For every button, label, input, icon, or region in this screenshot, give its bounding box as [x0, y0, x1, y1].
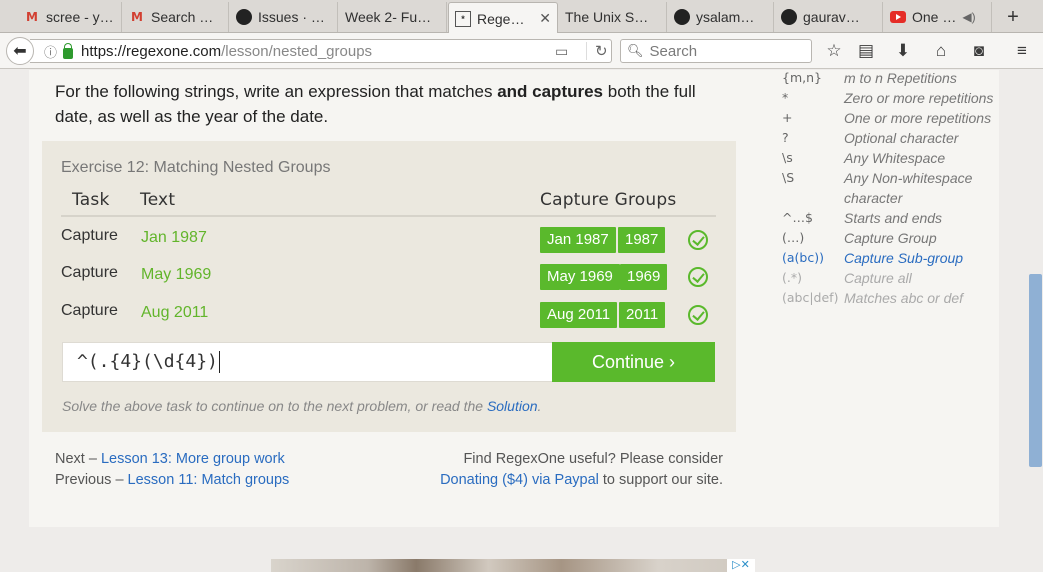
github-icon	[236, 9, 252, 25]
lesson-intro: For the following strings, write an expr…	[55, 82, 696, 126]
lesson-navigation: Next – Lesson 13: More group work Previo…	[55, 451, 290, 488]
tab-label: scree - y…	[46, 9, 114, 25]
tab-label: Search …	[151, 9, 214, 25]
download-icon[interactable]: ⬇	[893, 41, 913, 61]
tab-week2[interactable]: Week 2- Fu…	[339, 2, 447, 32]
tab-gmail-1[interactable]: M scree - y…	[18, 2, 122, 32]
row-text: Aug 2011	[141, 304, 209, 321]
tab-github-gaurav[interactable]: gaurav…	[775, 2, 883, 32]
tab-unix[interactable]: The Unix S…	[559, 2, 667, 32]
donate-link[interactable]: Donating ($4) via Paypal	[440, 472, 599, 488]
lock-icon	[63, 42, 74, 59]
tab-label: The Unix S…	[565, 9, 649, 25]
header-text: Text	[140, 190, 176, 210]
gmail-icon: M	[26, 10, 38, 24]
previous-lesson-link[interactable]: Lesson 11: Match groups	[128, 472, 290, 488]
url-text[interactable]: https://regexone.com/lesson/nested_group…	[81, 43, 372, 60]
bookmark-star-icon[interactable]: ☆	[824, 41, 844, 61]
reading-list-icon[interactable]: ▤	[856, 41, 876, 61]
back-arrow-icon: ⬅	[13, 43, 27, 60]
text-cursor	[218, 351, 220, 373]
row-task-label: Capture	[61, 264, 118, 281]
capture-group-badge: 1987	[618, 227, 666, 253]
tab-label: Week 2- Fu…	[345, 9, 432, 25]
hint-text: Solve the above task to continue on to t…	[62, 398, 542, 414]
youtube-icon	[890, 9, 906, 25]
regex-input[interactable]: ^(.{4}(\d{4})	[62, 342, 553, 382]
tab-label: gaurav…	[803, 9, 860, 25]
tab-github-issues[interactable]: Issues · …	[230, 2, 338, 32]
header-task: Task	[72, 190, 110, 210]
tab-gmail-2[interactable]: M Search …	[123, 2, 229, 32]
regex-cheatsheet: {m,n} m to n Repetitions * Zero or more re…	[782, 70, 1022, 308]
cheatsheet-row: \s Any Whitespace	[782, 150, 946, 166]
speaker-icon[interactable]: ◀)	[962, 10, 975, 24]
close-icon[interactable]: ✕	[539, 10, 551, 27]
cheatsheet-row: * Zero or more repetitions	[782, 90, 994, 106]
tab-label: Rege…	[477, 10, 525, 27]
github-icon	[781, 9, 797, 25]
cheatsheet-row-current: (a(bc)) Capture Sub-group	[782, 250, 964, 266]
tab-label: Issues · …	[258, 9, 325, 25]
cheatsheet-row: + One or more repetitions	[782, 110, 992, 126]
capture-group-badge: Aug 2011	[540, 302, 618, 328]
row-task-label: Capture	[61, 227, 118, 244]
capture-group-badge: 1969	[620, 264, 668, 290]
github-icon	[674, 9, 690, 25]
exercise-title: Exercise 12: Matching Nested Groups	[61, 159, 331, 176]
tab-label: ysalam…	[696, 9, 755, 25]
capture-group-badge: Jan 1987	[540, 227, 616, 253]
cheatsheet-row: {m,n} m to n Repetitions	[782, 70, 957, 86]
url-bar[interactable]: ⓘ https://regexone.com/lesson/nested_gro…	[30, 39, 612, 63]
search-placeholder: Search	[649, 42, 698, 60]
header-divider	[61, 215, 716, 217]
gmail-icon: M	[131, 10, 143, 24]
cheatsheet-row: (.*) Capture all	[782, 270, 912, 286]
header-capture-groups: Capture Groups	[540, 190, 677, 210]
reload-icon[interactable]: ↻	[586, 42, 608, 60]
tab-youtube[interactable]: One … ◀)	[884, 2, 992, 32]
scrollbar-thumb[interactable]	[1029, 274, 1042, 467]
cheatsheet-row: (abc|def) Matches abc or def	[782, 290, 964, 306]
exercise-box: Exercise 12: Matching Nested Groups Task…	[42, 141, 736, 432]
cheatsheet-row: ^…$ Starts and ends	[782, 210, 943, 226]
pocket-icon[interactable]: ◙	[969, 41, 989, 61]
check-icon	[688, 305, 708, 325]
tab-label: One …	[912, 9, 957, 25]
capture-group-badge: May 1969	[540, 264, 620, 290]
new-tab-button[interactable]: +	[998, 4, 1028, 30]
row-text: May 1969	[141, 266, 212, 283]
page-content: For the following strings, write an expr…	[0, 70, 1043, 572]
check-icon	[688, 230, 708, 250]
back-button[interactable]: ⬅	[6, 37, 34, 65]
tab-strip: M scree - y… M Search … Issues · … Week …	[0, 0, 1043, 34]
row-task-label: Capture	[61, 302, 118, 319]
tab-regexone[interactable]: * Rege… ✕	[448, 2, 558, 34]
home-icon[interactable]: ⌂	[931, 41, 951, 61]
adchoices-icon[interactable]: ▷✕	[727, 559, 755, 572]
advertisement-banner[interactable]: ▷✕	[271, 559, 755, 572]
row-text: Jan 1987	[141, 229, 207, 246]
check-icon	[688, 267, 708, 287]
continue-button[interactable]: Continue ›	[552, 342, 715, 382]
solution-link[interactable]: Solution	[487, 398, 538, 414]
tab-github-ysalam[interactable]: ysalam…	[668, 2, 774, 32]
menu-icon[interactable]: ≡	[1012, 41, 1032, 61]
regexone-icon: *	[455, 10, 471, 27]
cheatsheet-row: \S Any Non-whitespace character	[782, 170, 973, 206]
search-icon: 🔍︎	[627, 43, 644, 58]
info-icon[interactable]: ⓘ	[44, 42, 57, 61]
nav-bar: ⓘ https://regexone.com/lesson/nested_gro…	[0, 33, 1043, 69]
reader-view-icon[interactable]: ▭	[555, 43, 568, 60]
support-note: Find RegexOne useful? Please consider Do…	[440, 451, 723, 488]
capture-group-badge: 2011	[619, 302, 666, 328]
search-input[interactable]: 🔍︎ Search	[620, 39, 812, 63]
cheatsheet-row: (…) Capture Group	[782, 230, 937, 246]
ad-image	[271, 559, 755, 572]
next-lesson-link[interactable]: Lesson 13: More group work	[101, 451, 285, 467]
cheatsheet-row: ? Optional character	[782, 130, 959, 146]
